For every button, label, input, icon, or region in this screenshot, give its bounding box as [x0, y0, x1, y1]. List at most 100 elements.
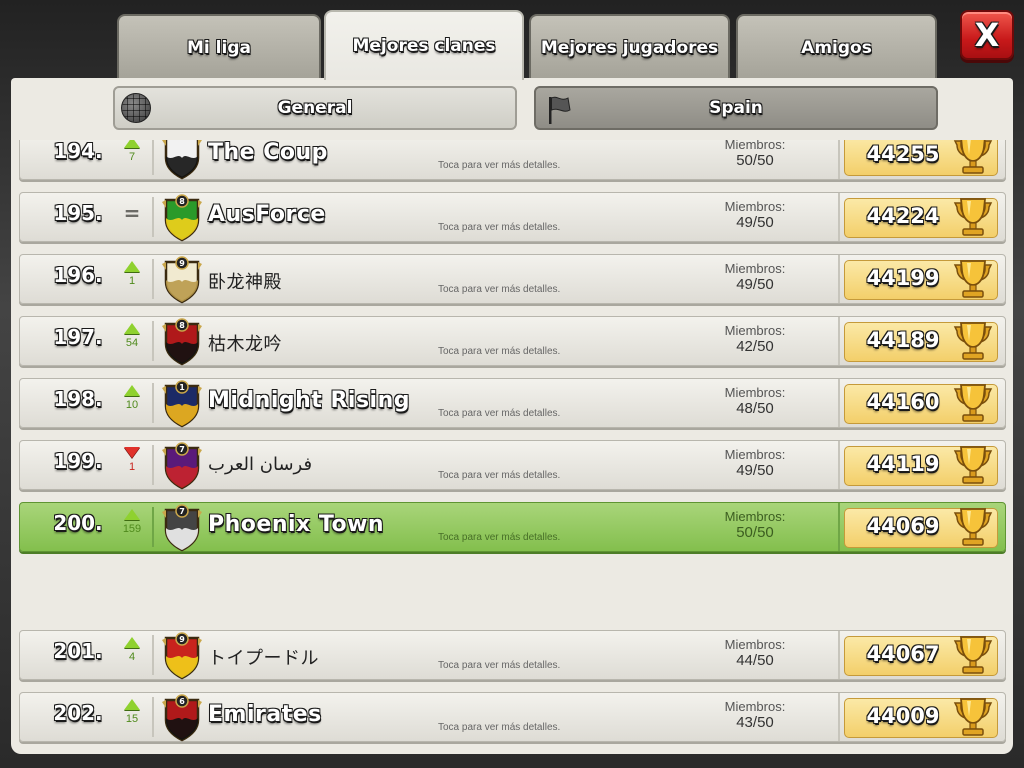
trophy-score-box: 44067	[844, 636, 998, 676]
divider	[152, 259, 154, 299]
trend-down-icon	[124, 447, 140, 458]
trend-value: 4	[128, 651, 136, 663]
clan-row[interactable]: 201. 4 9 トイプードル Toca para ver más detalles. M…	[19, 630, 1006, 680]
trend-indicator: 1	[120, 261, 144, 287]
badge-level: 7	[179, 445, 185, 454]
members-value: 48/50	[736, 400, 774, 417]
divider	[152, 383, 154, 423]
tab-amigos[interactable]: Amigos	[736, 14, 937, 80]
divider	[838, 503, 840, 551]
trophy-count: 44119	[866, 452, 940, 476]
filter-general-button[interactable]: General	[113, 86, 517, 130]
members-value: 49/50	[736, 214, 774, 231]
trend-value: 54	[125, 337, 139, 349]
trend-up-icon	[124, 509, 140, 520]
members-count: Miembros: 48/50	[710, 385, 800, 417]
members-label: Miembros:	[724, 140, 786, 152]
trophy-score-box: 44255	[844, 140, 998, 176]
clan-name: The Coup	[208, 140, 328, 165]
clan-rank: 195.	[53, 201, 103, 225]
flag-icon	[549, 96, 571, 124]
divider	[838, 379, 840, 427]
members-value: 50/50	[736, 152, 774, 169]
members-value: 43/50	[736, 714, 774, 731]
clan-name: 枯木龙吟	[208, 334, 282, 355]
badge-level: 1	[179, 383, 185, 392]
members-count: Miembros: 49/50	[710, 261, 800, 293]
trophy-count: 44199	[866, 266, 940, 290]
trend-up-icon	[124, 385, 140, 396]
divider	[152, 197, 154, 237]
trend-indicator: 54	[120, 323, 144, 349]
tab-mi-liga[interactable]: Mi liga	[117, 14, 321, 80]
clan-rank: 200.	[53, 511, 103, 535]
tap-hint: Toca para ver más detalles.	[438, 722, 561, 733]
trophy-score-box: 44160	[844, 384, 998, 424]
clan-row[interactable]: 194. 7 The Coup Toca para ver más detalles.…	[19, 140, 1006, 180]
clan-row[interactable]: 202. 15 6 Emirates Toca para ver más detalle…	[19, 692, 1006, 742]
badge-level: 9	[179, 635, 185, 644]
badge-level: 9	[179, 259, 185, 268]
trophy-score-box: 44224	[844, 198, 998, 238]
clan-row[interactable]: 198. 10 1 Midnight Rising Toca para ver más …	[19, 378, 1006, 428]
clan-row[interactable]: 195. = 8 AusForce Toca para ver más detalles…	[19, 192, 1006, 242]
clan-row[interactable]: 200. 159 7 Phoenix Town Toca para ver más de…	[19, 502, 1006, 552]
trophy-score-box: 44119	[844, 446, 998, 486]
trend-value: 159	[122, 523, 142, 535]
trend-value: 15	[125, 713, 139, 725]
clan-name: Phoenix Town	[208, 512, 385, 537]
members-count: Miembros: 43/50	[710, 699, 800, 731]
divider	[152, 445, 154, 485]
trophy-icon	[953, 140, 993, 174]
clan-name: 卧龙神殿	[208, 272, 282, 293]
close-button[interactable]: X	[960, 10, 1014, 60]
members-label: Miembros:	[724, 323, 786, 338]
clan-rank: 196.	[53, 263, 103, 287]
clan-rank: 194.	[53, 140, 103, 163]
tab-mejores-clanes[interactable]: Mejores clanes	[324, 10, 524, 80]
divider	[152, 140, 154, 175]
clan-row[interactable]: 199. 1 7 فرسان العرب Toca para ver más detal…	[19, 440, 1006, 490]
members-count: Miembros: 50/50	[710, 140, 800, 169]
tap-hint: Toca para ver más detalles.	[438, 408, 561, 419]
tab-mejores-jugadores[interactable]: Mejores jugadores	[529, 14, 730, 80]
filter-location-button[interactable]: Spain	[534, 86, 938, 130]
tab-label: Mi liga	[187, 38, 251, 58]
clan-badge-icon: 8	[162, 318, 202, 366]
tab-label: Amigos	[801, 38, 872, 58]
badge-level: 8	[179, 197, 185, 206]
divider	[152, 507, 154, 547]
trophy-count: 44069	[866, 514, 940, 538]
trend-up-icon	[124, 261, 140, 272]
divider	[838, 631, 840, 679]
members-count: Miembros: 49/50	[710, 447, 800, 479]
clan-name: Midnight Rising	[208, 388, 410, 413]
badge-level: 7	[179, 507, 185, 516]
divider	[152, 697, 154, 737]
tap-hint: Toca para ver más detalles.	[438, 160, 561, 171]
trophy-icon	[953, 636, 993, 674]
clan-name: AusForce	[208, 202, 326, 227]
clan-name: فرسان العرب	[208, 454, 313, 475]
divider	[838, 255, 840, 303]
clan-ranking-list[interactable]: 194. 7 The Coup Toca para ver más detalles.…	[11, 140, 1013, 754]
members-label: Miembros:	[724, 637, 786, 652]
members-count: Miembros: 49/50	[710, 199, 800, 231]
trend-up-icon	[124, 323, 140, 334]
members-value: 50/50	[736, 524, 774, 541]
clan-rank: 197.	[53, 325, 103, 349]
trophy-icon	[953, 384, 993, 422]
tap-hint: Toca para ver más detalles.	[438, 222, 561, 233]
tap-hint: Toca para ver más detalles.	[438, 532, 561, 543]
clan-row[interactable]: 196. 1 9 卧龙神殿 Toca para ver más detalles. Mie…	[19, 254, 1006, 304]
members-label: Miembros:	[724, 699, 786, 714]
clan-row[interactable]: 197. 54 8 枯木龙吟 Toca para ver más detalles. Mi…	[19, 316, 1006, 366]
globe-icon	[121, 93, 151, 123]
trophy-score-box: 44189	[844, 322, 998, 362]
members-label: Miembros:	[724, 509, 786, 524]
filter-location-label: Spain	[709, 98, 763, 118]
clan-badge-icon: 7	[162, 442, 202, 490]
clan-badge-icon: 1	[162, 380, 202, 428]
rankings-panel: General Spain 194. 7 The Coup Toca para ver…	[11, 78, 1013, 754]
trophy-count: 44160	[866, 390, 940, 414]
